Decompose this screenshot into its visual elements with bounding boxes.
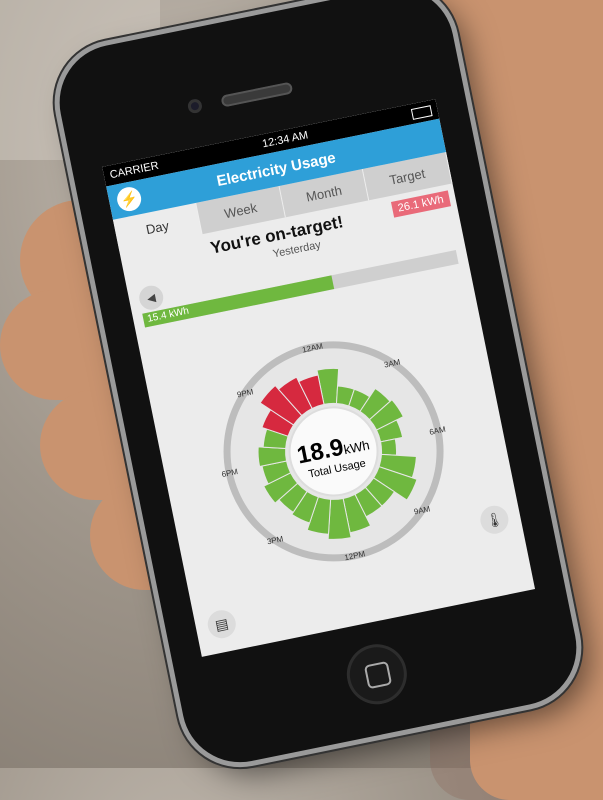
- usage-progress-fill: 15.4 kWh: [142, 275, 334, 328]
- radial-usage-chart: 12AM3AM6AM9AM12PM3PM6PM9PM 18.9kWh Total…: [221, 341, 447, 562]
- home-button-square: [363, 660, 393, 690]
- usage-progress-bar: 15.4 kWh: [142, 250, 459, 328]
- home-button[interactable]: [341, 638, 413, 710]
- hour-tick-label: 6AM: [429, 425, 447, 437]
- router-icon[interactable]: ▤: [205, 607, 239, 641]
- thermometer-icon[interactable]: 🌡: [477, 503, 511, 537]
- usage-dial: 12AM 3AM 6AM 9AM 12PM 3PM 6PM 9PM 18.9kWh Total…: [198, 316, 469, 587]
- app-screen: CARRIER 12:34 AM ⚡ Electricity Usage Day…: [102, 99, 536, 657]
- target-badge: 26.1 kWh: [390, 190, 451, 218]
- hour-tick-label: 9AM: [413, 504, 431, 516]
- battery-icon: [410, 104, 433, 120]
- earpiece-speaker: [220, 81, 294, 108]
- front-camera: [186, 97, 204, 115]
- bolt-icon[interactable]: ⚡: [114, 184, 144, 214]
- previous-day-button[interactable]: ◀: [137, 283, 166, 312]
